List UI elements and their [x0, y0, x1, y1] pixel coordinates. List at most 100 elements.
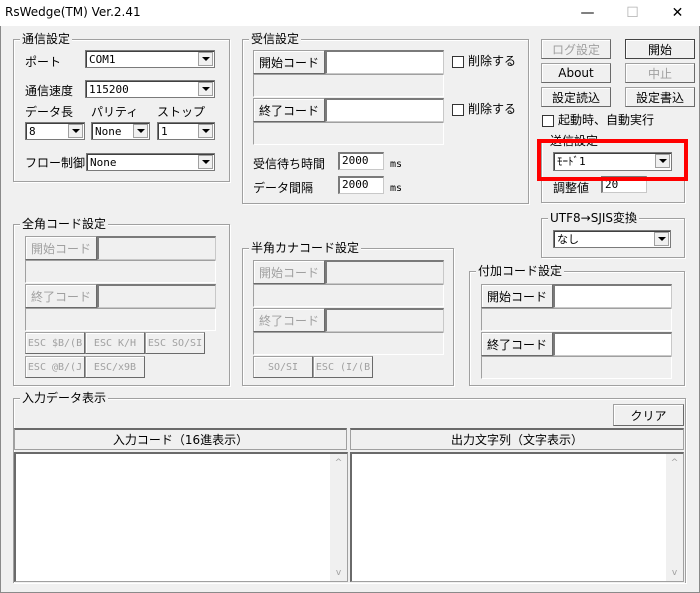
chevron-down-icon[interactable]	[198, 124, 213, 138]
clear-button[interactable]: クリア	[613, 404, 684, 426]
port-select[interactable]: COM1	[85, 50, 215, 68]
stopbits-select[interactable]: 1	[157, 122, 215, 140]
databits-select[interactable]: 8	[25, 122, 85, 140]
receive-start-delete-checkbox[interactable]	[452, 56, 464, 68]
text-output-list[interactable]: ^ v	[350, 452, 684, 582]
interval-unit: ms	[390, 183, 403, 194]
baud-select[interactable]: 115200	[85, 80, 215, 98]
databits-label: データ長	[25, 105, 74, 119]
halfkana-end-code-input[interactable]	[325, 308, 444, 332]
start-button[interactable]: 開始	[625, 39, 695, 59]
maximize-button[interactable]: ☐	[610, 0, 655, 26]
chevron-down-icon[interactable]	[198, 82, 213, 96]
append-settings-legend: 付加コード設定	[476, 264, 565, 278]
interval-input[interactable]: 2000	[338, 176, 384, 194]
stop-button[interactable]: 中止	[625, 63, 695, 83]
halfkana-end-code-button[interactable]: 終了コード	[253, 308, 325, 332]
chevron-down-icon[interactable]	[198, 155, 213, 169]
esc-sosi-button[interactable]: ESC SO/SI	[145, 332, 205, 354]
about-button[interactable]: About	[541, 63, 611, 83]
scroll-up-icon[interactable]: ^	[330, 454, 347, 471]
wait-time-label: 受信待ち時間	[253, 157, 326, 171]
parity-label: パリティ	[91, 105, 139, 119]
utf8-conversion-legend: UTF8→SJIS変換	[548, 211, 640, 225]
close-button[interactable]: ✕	[655, 0, 700, 26]
esc-b-button[interactable]: ESC $B/(B	[25, 332, 85, 354]
hex-list-scrollbar[interactable]: ^ v	[330, 454, 347, 581]
scroll-down-icon[interactable]: v	[666, 564, 683, 581]
receive-start-code-display	[253, 74, 444, 97]
fullwidth-start-code-button[interactable]: 開始コード	[25, 236, 97, 260]
halfkana-start-code-input[interactable]	[325, 260, 444, 284]
esc-x9b-button[interactable]: ESC/x9B	[85, 356, 145, 378]
append-start-code-button[interactable]: 開始コード	[481, 284, 553, 308]
wait-time-input[interactable]: 2000	[338, 152, 384, 170]
stopbits-label: ストップ	[157, 105, 206, 119]
parity-select[interactable]: None	[91, 122, 150, 140]
receive-start-delete-label: 削除する	[468, 54, 517, 68]
receive-settings-legend: 受信設定	[249, 32, 302, 46]
esc-atb-button[interactable]: ESC @B/(J	[25, 356, 85, 378]
baud-value: 115200	[89, 83, 129, 96]
append-start-code-input[interactable]	[553, 284, 672, 308]
receive-start-code-button[interactable]: 開始コード	[253, 50, 325, 74]
minimize-button[interactable]: —	[565, 0, 610, 26]
databits-value: 8	[29, 125, 36, 138]
receive-end-code-button[interactable]: 終了コード	[253, 98, 325, 122]
flow-select[interactable]: None	[86, 153, 215, 171]
scroll-up-icon[interactable]: ^	[666, 454, 683, 471]
utf8-conversion-value: なし	[557, 233, 579, 246]
annotation-highlight-box	[537, 139, 688, 181]
adjust-label: 調整値	[553, 181, 590, 195]
append-end-code-display	[481, 356, 672, 379]
flow-label: フロー制御	[25, 156, 86, 170]
port-value: COM1	[89, 53, 116, 66]
maximize-icon: ☐	[626, 5, 639, 21]
hex-output-list[interactable]: ^ v	[14, 452, 348, 582]
halfkana-end-code-display	[253, 332, 444, 355]
halfkana-settings-legend: 半角カナコード設定	[249, 241, 362, 255]
halfkana-sosi-button[interactable]: SO/SI	[253, 356, 313, 378]
chevron-down-icon[interactable]	[198, 52, 213, 66]
minimize-icon: —	[580, 5, 595, 21]
receive-end-delete-label: 削除する	[468, 102, 517, 116]
input-display-legend: 入力データ表示	[20, 391, 109, 405]
halfkana-start-code-button[interactable]: 開始コード	[253, 260, 325, 284]
parity-value: None	[95, 125, 122, 138]
text-list-scrollbar[interactable]: ^ v	[666, 454, 683, 581]
receive-end-delete-checkbox[interactable]	[452, 104, 464, 116]
chevron-down-icon[interactable]	[654, 232, 669, 246]
append-start-code-display	[481, 308, 672, 331]
text-column-header: 出力文字列（文字表示）	[350, 428, 684, 450]
chevron-down-icon[interactable]	[133, 124, 148, 138]
window-title: RsWedge(TM) Ver.2.41	[5, 5, 141, 19]
baud-label: 通信速度	[25, 84, 74, 98]
append-end-code-button[interactable]: 終了コード	[481, 332, 553, 356]
halfkana-esc-i-button[interactable]: ESC (I/(B	[313, 356, 373, 378]
autorun-checkbox[interactable]	[542, 115, 554, 127]
comm-settings-legend: 通信設定	[20, 32, 73, 46]
receive-start-code-input[interactable]	[325, 50, 444, 74]
fullwidth-end-code-button[interactable]: 終了コード	[25, 284, 97, 308]
load-settings-button[interactable]: 設定読込	[541, 87, 611, 107]
log-settings-button[interactable]: ログ設定	[541, 39, 611, 59]
fullwidth-end-code-input[interactable]	[97, 284, 216, 308]
close-icon: ✕	[671, 5, 684, 21]
append-end-code-input[interactable]	[553, 332, 672, 356]
receive-end-code-display	[253, 122, 444, 145]
scroll-down-icon[interactable]: v	[330, 564, 347, 581]
port-label: ポート	[25, 55, 62, 69]
receive-end-code-input[interactable]	[325, 98, 444, 122]
chevron-down-icon[interactable]	[68, 124, 83, 138]
wait-time-unit: ms	[390, 159, 403, 170]
autorun-label: 起動時、自動実行	[558, 113, 655, 127]
save-settings-button[interactable]: 設定書込	[625, 87, 695, 107]
stopbits-value: 1	[161, 125, 168, 138]
esc-kh-button[interactable]: ESC K/H	[85, 332, 145, 354]
fullwidth-start-code-display	[25, 260, 216, 283]
fullwidth-end-code-display	[25, 308, 216, 331]
hex-column-header: 入力コード（16進表示）	[14, 428, 347, 450]
utf8-conversion-select[interactable]: なし	[553, 230, 671, 248]
interval-label: データ間隔	[253, 181, 314, 195]
fullwidth-start-code-input[interactable]	[97, 236, 216, 260]
